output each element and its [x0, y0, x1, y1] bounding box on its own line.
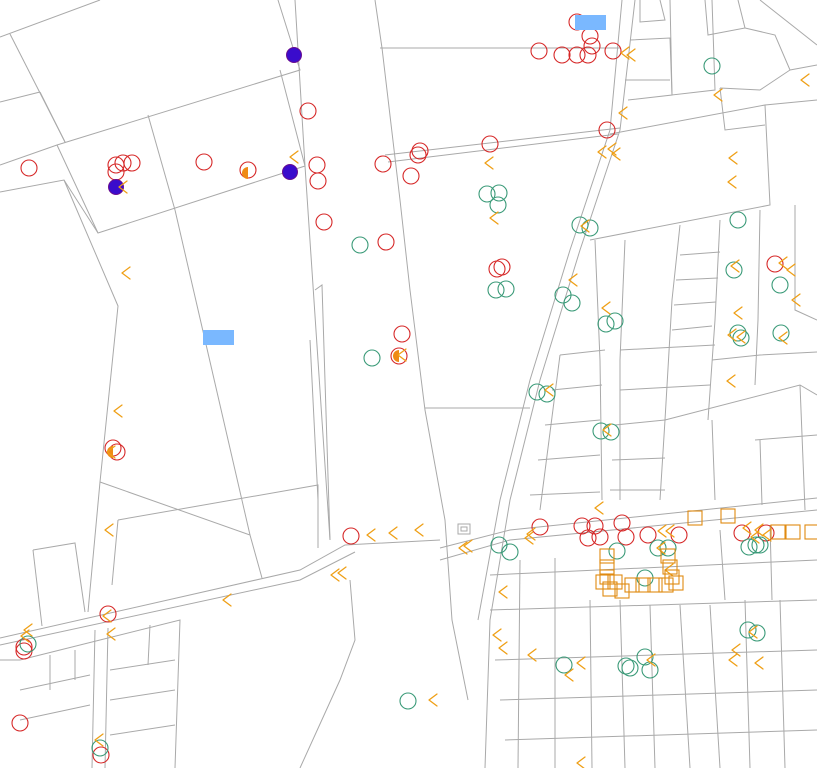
- orange-chevron-marker[interactable]: [791, 293, 801, 307]
- teal-circle-marker[interactable]: [597, 315, 615, 333]
- orange-chevron-marker[interactable]: [601, 301, 611, 315]
- orange-chevron-marker[interactable]: [754, 656, 764, 670]
- red-circle-marker[interactable]: [573, 517, 591, 535]
- orange-chevron-marker[interactable]: [597, 145, 607, 159]
- orange-chevron-marker[interactable]: [489, 211, 499, 225]
- red-circle-marker[interactable]: [639, 526, 657, 544]
- orange-chevron-marker[interactable]: [727, 175, 737, 189]
- red-circle-marker[interactable]: [670, 526, 688, 544]
- teal-circle-marker[interactable]: [732, 329, 750, 347]
- orange-chevron-marker[interactable]: [104, 523, 114, 537]
- map-markers: [11, 13, 817, 768]
- red-circle-marker[interactable]: [377, 233, 395, 251]
- red-circle-marker[interactable]: [195, 153, 213, 171]
- orange-chevron-marker[interactable]: [289, 150, 299, 164]
- red-circle-marker[interactable]: [374, 155, 392, 173]
- orange-chevron-marker[interactable]: [492, 628, 502, 642]
- teal-circle-marker[interactable]: [363, 349, 381, 367]
- red-circle-marker[interactable]: [617, 528, 635, 546]
- orange-chevron-marker[interactable]: [728, 653, 738, 667]
- orange-square-marker[interactable]: [804, 524, 817, 540]
- red-circle-marker[interactable]: [20, 159, 38, 177]
- orange-half-circle-marker[interactable]: [242, 167, 248, 179]
- teal-circle-marker[interactable]: [555, 656, 573, 674]
- teal-circle-marker[interactable]: [606, 312, 624, 330]
- orange-chevron-marker[interactable]: [728, 151, 738, 165]
- red-circle-marker[interactable]: [299, 102, 317, 120]
- orange-square-marker[interactable]: [785, 524, 801, 540]
- orange-chevron-marker[interactable]: [657, 524, 667, 538]
- orange-chevron-marker[interactable]: [665, 524, 675, 538]
- orange-square-marker[interactable]: [599, 559, 615, 575]
- orange-chevron-marker[interactable]: [568, 273, 578, 287]
- orange-chevron-marker[interactable]: [366, 528, 376, 542]
- orange-chevron-marker[interactable]: [800, 73, 810, 87]
- orange-chevron-marker[interactable]: [786, 263, 796, 277]
- orange-chevron-marker[interactable]: [428, 693, 438, 707]
- red-circle-marker[interactable]: [123, 154, 141, 172]
- blue-filled-circle-marker[interactable]: [286, 47, 302, 63]
- orange-chevron-marker[interactable]: [618, 106, 628, 120]
- teal-circle-marker[interactable]: [563, 294, 581, 312]
- teal-circle-marker[interactable]: [501, 543, 519, 561]
- orange-chevron-marker[interactable]: [330, 568, 340, 582]
- orange-chevron-marker[interactable]: [121, 266, 131, 280]
- teal-circle-marker[interactable]: [703, 57, 721, 75]
- red-circle-marker[interactable]: [342, 527, 360, 545]
- orange-chevron-marker[interactable]: [113, 404, 123, 418]
- teal-circle-marker[interactable]: [729, 211, 747, 229]
- orange-chevron-marker[interactable]: [498, 641, 508, 655]
- red-circle-marker[interactable]: [553, 46, 571, 64]
- red-circle-marker[interactable]: [409, 146, 427, 164]
- orange-square-marker[interactable]: [599, 548, 615, 564]
- teal-circle-marker[interactable]: [399, 692, 417, 710]
- teal-circle-marker[interactable]: [771, 276, 789, 294]
- red-circle-marker[interactable]: [393, 325, 411, 343]
- orange-chevron-marker[interactable]: [388, 526, 398, 540]
- teal-circle-marker[interactable]: [554, 286, 572, 304]
- orange-chevron-marker[interactable]: [102, 609, 112, 623]
- orange-half-circle-marker[interactable]: [393, 350, 399, 362]
- orange-chevron-marker[interactable]: [414, 523, 424, 537]
- parcel-boundaries: [0, 0, 817, 768]
- orange-chevron-marker[interactable]: [778, 331, 788, 345]
- red-circle-marker[interactable]: [15, 638, 33, 656]
- orange-chevron-marker[interactable]: [576, 756, 586, 768]
- red-circle-marker[interactable]: [604, 42, 622, 60]
- teal-circle-marker[interactable]: [351, 236, 369, 254]
- orange-chevron-marker[interactable]: [576, 656, 586, 670]
- red-circle-marker[interactable]: [11, 714, 29, 732]
- teal-circle-marker[interactable]: [659, 539, 677, 557]
- red-circle-marker[interactable]: [402, 167, 420, 185]
- blue-filled-circle-marker[interactable]: [108, 179, 124, 195]
- teal-circle-marker[interactable]: [489, 196, 507, 214]
- blue-label-box[interactable]: [575, 15, 606, 30]
- teal-circle-marker[interactable]: [608, 542, 626, 560]
- orange-chevron-marker[interactable]: [484, 156, 494, 170]
- red-circle-marker[interactable]: [493, 258, 511, 276]
- orange-chevron-marker[interactable]: [594, 501, 604, 515]
- map-svg[interactable]: [0, 0, 817, 768]
- teal-circle-marker[interactable]: [641, 661, 659, 679]
- red-circle-marker[interactable]: [579, 46, 597, 64]
- orange-chevron-marker[interactable]: [498, 585, 508, 599]
- orange-chevron-marker[interactable]: [620, 46, 630, 60]
- red-circle-marker[interactable]: [315, 213, 333, 231]
- red-circle-marker[interactable]: [309, 172, 327, 190]
- orange-chevron-marker[interactable]: [726, 374, 736, 388]
- blue-filled-circle-marker[interactable]: [282, 164, 298, 180]
- red-circle-marker[interactable]: [308, 156, 326, 174]
- red-circle-marker[interactable]: [581, 27, 599, 45]
- teal-circle-marker[interactable]: [621, 659, 639, 677]
- orange-square-marker[interactable]: [720, 508, 736, 524]
- map-canvas[interactable]: [0, 0, 817, 768]
- red-circle-marker[interactable]: [530, 42, 548, 60]
- orange-chevron-marker[interactable]: [727, 328, 737, 342]
- red-circle-marker[interactable]: [583, 37, 601, 55]
- orange-chevron-marker[interactable]: [733, 306, 743, 320]
- blue-label-box[interactable]: [203, 330, 234, 345]
- teal-circle-marker[interactable]: [497, 280, 515, 298]
